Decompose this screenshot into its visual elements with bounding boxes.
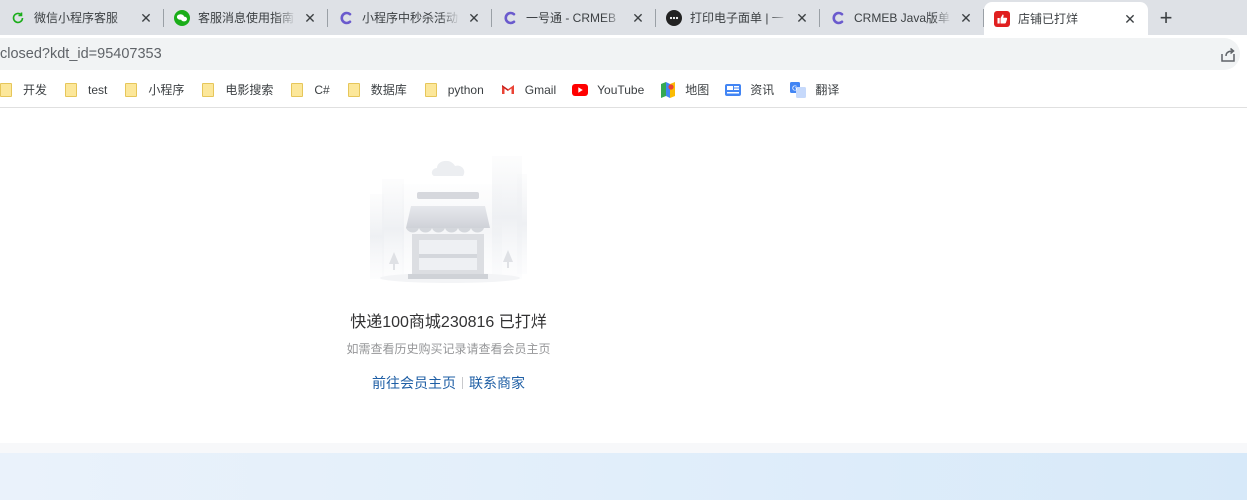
address-bar-row: closed?kdt_id=95407353 bbox=[0, 35, 1247, 72]
wechat-icon bbox=[174, 9, 190, 26]
crmeb-icon bbox=[830, 10, 846, 26]
tab-title: 一号通 - CRMEB bbox=[526, 11, 617, 25]
bookmark-label: Gmail bbox=[524, 82, 557, 97]
news-icon bbox=[725, 82, 742, 98]
tab-title: 打印电子面单 | 一 bbox=[690, 11, 784, 25]
translate-icon: G bbox=[790, 81, 807, 98]
folder-icon bbox=[289, 82, 305, 98]
bookmark-kaifa[interactable]: 开发 bbox=[0, 72, 55, 108]
folder-icon bbox=[200, 82, 216, 98]
tab-title: 客服消息使用指南 bbox=[198, 11, 295, 25]
bookmark-label: python bbox=[447, 82, 484, 97]
action-links: 前往会员主页 联系商家 bbox=[0, 373, 897, 393]
close-icon[interactable]: ✕ bbox=[302, 10, 318, 26]
folder-icon bbox=[63, 82, 79, 98]
bookmark-label: 资讯 bbox=[750, 83, 775, 97]
close-icon[interactable]: ✕ bbox=[138, 10, 154, 26]
close-icon[interactable]: ✕ bbox=[1122, 11, 1138, 27]
bookmark-python[interactable]: python bbox=[415, 72, 492, 108]
page-content: 快递100商城230816 已打烊 如需查看历史购买记录请查看会员主页 前往会员… bbox=[0, 109, 1247, 443]
bookmark-csharp[interactable]: C# bbox=[281, 72, 337, 108]
crmeb-icon bbox=[338, 10, 354, 26]
bookmark-maps[interactable]: 地图 bbox=[652, 72, 717, 108]
bookmark-youtube[interactable]: YouTube bbox=[564, 72, 652, 108]
bookmark-label: YouTube bbox=[597, 82, 645, 97]
youzan-thumb-icon bbox=[994, 10, 1010, 27]
url-text[interactable]: closed?kdt_id=95407353 bbox=[0, 46, 162, 62]
bookmark-label: C# bbox=[314, 82, 330, 97]
folder-icon bbox=[123, 82, 139, 98]
close-icon[interactable]: ✕ bbox=[958, 10, 974, 26]
bookmark-label: 电影搜索 bbox=[225, 83, 274, 97]
crmeb-icon bbox=[502, 10, 518, 26]
folder-icon bbox=[346, 82, 362, 98]
maps-icon bbox=[660, 81, 676, 98]
youtube-icon bbox=[572, 82, 589, 98]
refresh-green-icon bbox=[10, 10, 26, 26]
svg-text:G: G bbox=[792, 84, 797, 92]
bookmark-label: 小程序 bbox=[148, 83, 185, 97]
bookmark-news[interactable]: 资讯 bbox=[717, 72, 782, 108]
tab-title: 店铺已打烊 bbox=[1018, 12, 1079, 26]
tab-title: CRMEB Java版单 bbox=[854, 11, 951, 25]
bookmark-database[interactable]: 数据库 bbox=[338, 72, 415, 108]
link-divider bbox=[462, 377, 463, 389]
bookmark-movie-search[interactable]: 电影搜索 bbox=[192, 72, 281, 108]
bookmark-label: 翻译 bbox=[815, 83, 840, 97]
gmail-icon bbox=[500, 82, 516, 98]
page-subtitle: 如需查看历史购买记录请查看会员主页 bbox=[346, 342, 551, 356]
folder-icon bbox=[423, 82, 439, 98]
tab-title: 微信小程序客服 bbox=[34, 11, 119, 25]
bookmark-gmail[interactable]: Gmail bbox=[492, 72, 564, 108]
bookmark-test[interactable]: test bbox=[55, 72, 115, 108]
tab-strip: 微信小程序客服 ✕ 客服消息使用指南 ✕ 小程序中秒杀活动 ✕ 一号通 - CR… bbox=[0, 0, 1247, 35]
bookmark-label: 开发 bbox=[23, 83, 48, 97]
closed-shop-illustration bbox=[370, 156, 527, 283]
contact-merchant-link[interactable]: 联系商家 bbox=[469, 375, 525, 391]
new-tab-button[interactable]: + bbox=[1148, 0, 1184, 35]
member-home-link[interactable]: 前往会员主页 bbox=[372, 375, 456, 391]
omnibox[interactable] bbox=[0, 38, 1240, 70]
tab-seckill[interactable]: 小程序中秒杀活动 ✕ bbox=[328, 0, 492, 35]
tab-print-waybill[interactable]: 打印电子面单 | 一 ✕ bbox=[656, 0, 820, 35]
close-icon[interactable]: ✕ bbox=[466, 10, 482, 26]
page-title: 快递100商城230816 已打烊 bbox=[350, 314, 547, 331]
tab-crmeb-java[interactable]: CRMEB Java版单 ✕ bbox=[820, 0, 984, 35]
bookmark-miniprogram[interactable]: 小程序 bbox=[115, 72, 192, 108]
tab-wechat-service[interactable]: 微信小程序客服 ✕ bbox=[0, 0, 164, 35]
share-icon[interactable] bbox=[1219, 46, 1237, 69]
tab-customer-message[interactable]: 客服消息使用指南 ✕ bbox=[164, 0, 328, 35]
footer-banner bbox=[0, 453, 1247, 500]
folder-icon bbox=[0, 82, 14, 98]
tab-title: 小程序中秒杀活动 bbox=[362, 11, 459, 25]
close-icon[interactable]: ✕ bbox=[630, 10, 646, 26]
bookmark-translate[interactable]: G 翻译 bbox=[782, 72, 847, 108]
bookmark-label: 数据库 bbox=[370, 83, 407, 97]
close-icon[interactable]: ✕ bbox=[794, 10, 810, 26]
bookmark-label: 地图 bbox=[685, 83, 710, 97]
section-gap bbox=[0, 443, 1247, 453]
tab-crmeb-yihaotong[interactable]: 一号通 - CRMEB ✕ bbox=[492, 0, 656, 35]
dark-circle-icon bbox=[666, 9, 682, 26]
bookmarks-bar: 开发 test 小程序 电影搜索 C# 数据库 python Gmail You… bbox=[0, 72, 1247, 108]
tab-shop-closed[interactable]: 店铺已打烊 ✕ bbox=[984, 2, 1148, 35]
bookmark-label: test bbox=[88, 82, 108, 97]
